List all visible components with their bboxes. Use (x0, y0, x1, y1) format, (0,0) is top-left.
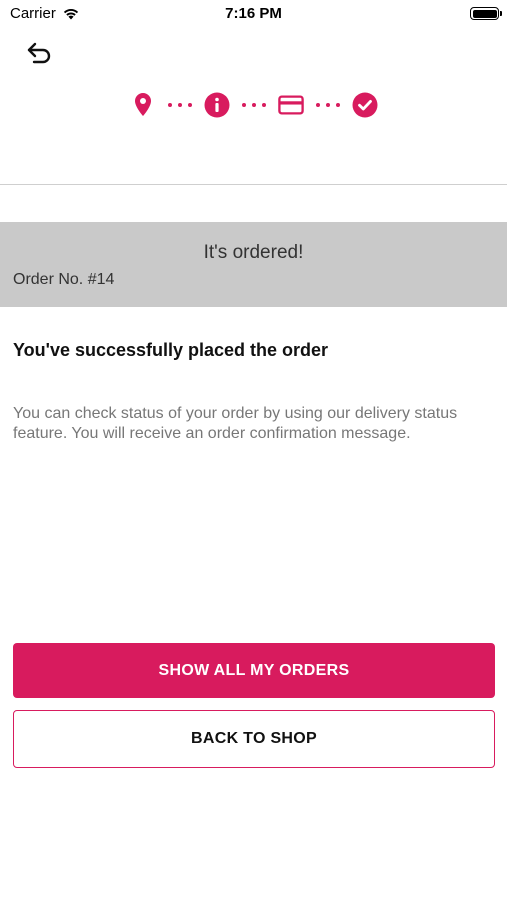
confirmation-headline: You've successfully placed the order (13, 340, 329, 360)
step-info (204, 92, 230, 118)
back-button[interactable] (22, 38, 58, 68)
status-bar: Carrier 7:16 PM (0, 0, 507, 28)
confirmation-message: You can check status of your order by us… (13, 405, 458, 442)
check-circle-icon (352, 92, 377, 118)
clock: 7:16 PM (225, 5, 282, 22)
back-arrow-icon (27, 42, 51, 64)
location-pin-icon (134, 93, 151, 116)
step-connector (167, 103, 192, 107)
back-to-shop-button[interactable]: BACK TO SHOP (13, 710, 495, 768)
step-connector (241, 103, 266, 107)
step-connector (315, 103, 340, 107)
info-icon (204, 92, 229, 118)
header-divider (0, 184, 507, 185)
battery-icon (470, 7, 502, 20)
credit-card-icon (277, 95, 304, 115)
order-number: Order No. #14 (13, 271, 115, 288)
show-all-orders-button[interactable]: SHOW ALL MY ORDERS (13, 643, 495, 698)
step-payment (277, 92, 304, 118)
checkout-stepper (0, 90, 507, 120)
order-status-title: It's ordered! (203, 242, 304, 263)
order-banner: It's ordered! Order No. #14 (0, 222, 507, 307)
step-complete (352, 92, 378, 118)
step-location (130, 92, 156, 118)
